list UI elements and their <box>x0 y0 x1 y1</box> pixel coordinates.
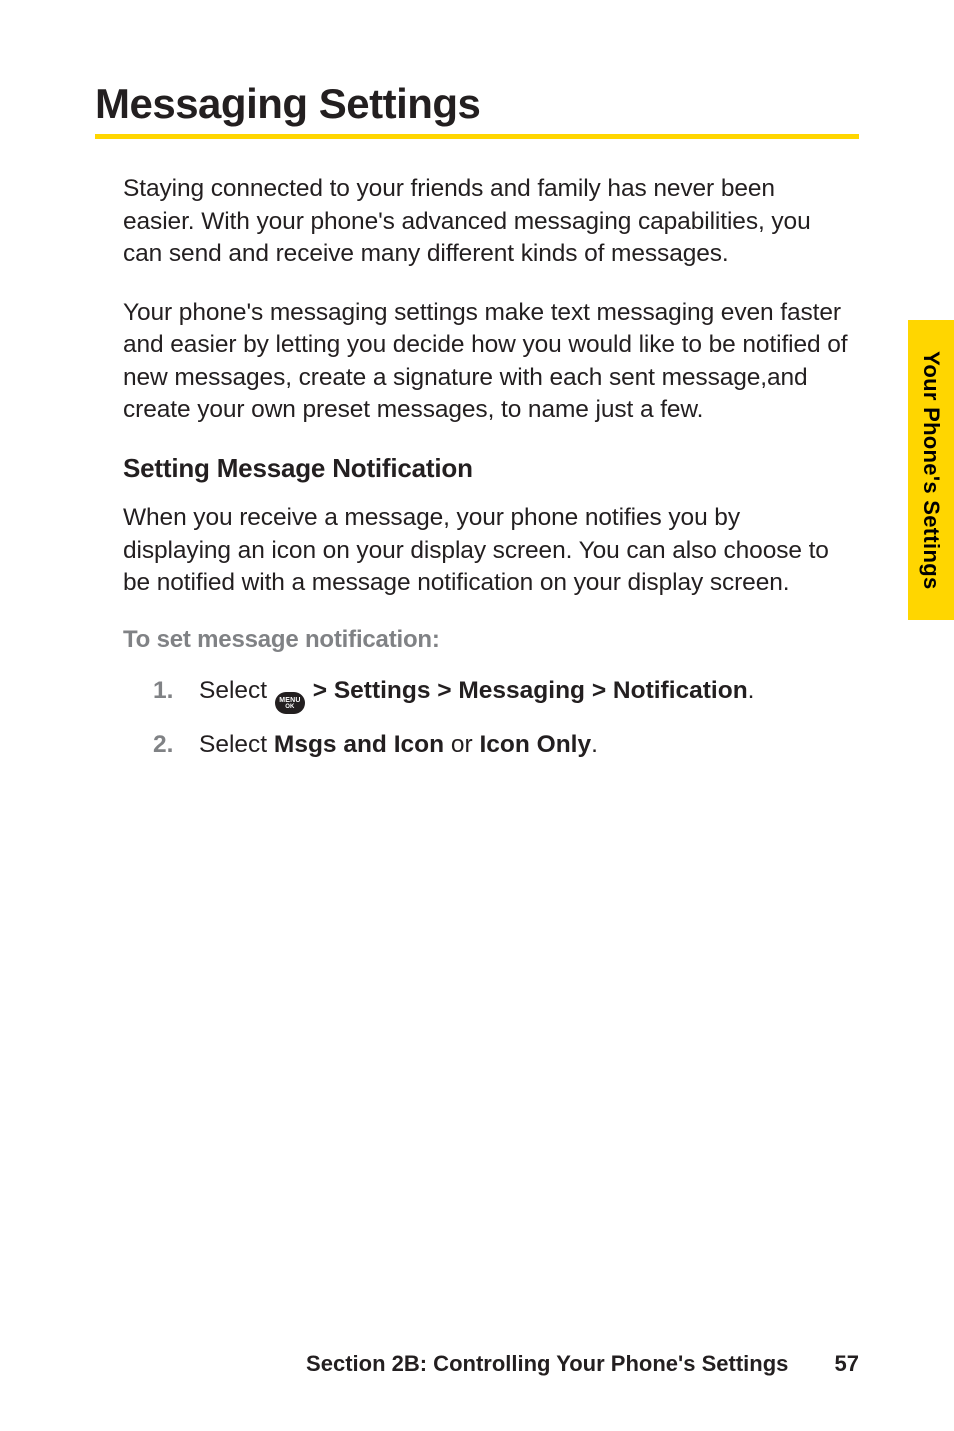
step-2-pre: Select <box>199 731 274 758</box>
title-rule <box>95 134 859 139</box>
step-1-path: > Settings > Messaging > Notification <box>306 677 748 704</box>
step-2: 2. Select Msgs and Icon or Icon Only. <box>153 728 849 761</box>
step-number: 1. <box>153 674 199 707</box>
page: Your Phone's Settings Messaging Settings… <box>0 0 954 1431</box>
subheading: Setting Message Notification <box>123 453 849 484</box>
intro-para-1: Staying connected to your friends and fa… <box>123 173 849 271</box>
step-2-opt1: Msgs and Icon <box>274 731 444 758</box>
step-2-end: . <box>591 731 598 758</box>
step-2-opt2: Icon Only <box>479 731 591 758</box>
notification-para: When you receive a message, your phone n… <box>123 502 849 600</box>
side-tab: Your Phone's Settings <box>908 320 954 620</box>
menu-icon-bottom: OK <box>285 704 294 710</box>
menu-ok-icon: MENUOK <box>275 692 305 714</box>
step-1: 1. Select MENUOK > Settings > Messaging … <box>153 674 849 715</box>
step-2-mid: or <box>444 731 479 758</box>
step-1-text: Select MENUOK > Settings > Messaging > N… <box>199 674 754 715</box>
footer: Section 2B: Controlling Your Phone's Set… <box>0 1351 954 1377</box>
side-tab-label: Your Phone's Settings <box>918 351 944 589</box>
intro-para-2: Your phone's messaging settings make tex… <box>123 297 849 427</box>
page-title: Messaging Settings <box>95 80 859 128</box>
content-body: Staying connected to your friends and fa… <box>95 173 859 761</box>
step-1-pre: Select <box>199 677 274 704</box>
procedure-lead: To set message notification: <box>123 626 849 654</box>
steps-list: 1. Select MENUOK > Settings > Messaging … <box>123 674 849 762</box>
step-2-text: Select Msgs and Icon or Icon Only. <box>199 728 598 761</box>
page-number: 57 <box>835 1351 859 1377</box>
footer-section: Section 2B: Controlling Your Phone's Set… <box>306 1351 788 1376</box>
step-1-end: . <box>748 677 755 704</box>
menu-icon-top: MENU <box>279 697 300 704</box>
step-number: 2. <box>153 728 199 761</box>
